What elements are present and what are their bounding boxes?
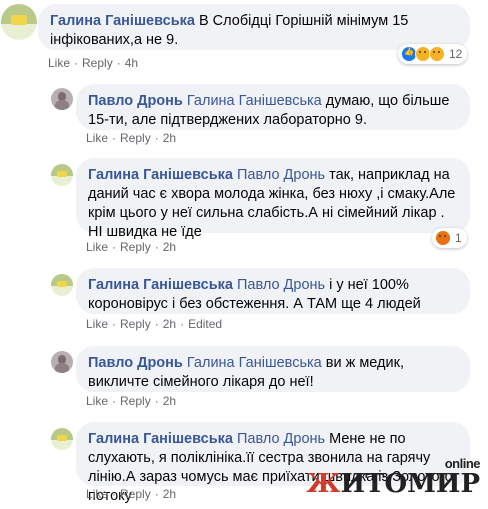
comment-timestamp[interactable]: 4h	[125, 56, 138, 70]
comment-actions: Like · Reply · 2h	[86, 394, 177, 408]
edited-label[interactable]: Edited	[188, 317, 222, 331]
like-button[interactable]: Like	[86, 317, 108, 331]
reply-bubble: Галина Ганішевська Павло Дронь і у неї 1…	[76, 268, 470, 314]
reply-bubble: Павло Дронь Галина Ганішевська ви ж меди…	[76, 346, 470, 392]
mention-link[interactable]: Павло Дронь	[237, 277, 325, 293]
reply-button[interactable]: Reply	[120, 317, 151, 331]
mention-link[interactable]: Павло Дронь	[237, 431, 325, 447]
reaction-count: 12	[449, 47, 463, 61]
reply-button[interactable]: Reply	[120, 487, 151, 501]
avatar-galyna[interactable]	[1, 4, 37, 40]
like-button[interactable]: Like	[86, 394, 108, 408]
reply-bubble: Павло Дронь Галина Ганішевська думаю, що…	[76, 84, 470, 130]
comment-actions: Like · Reply · 2h · Edited	[86, 317, 223, 331]
comment-bubble: Галина Ганішевська В Слобідці Горішній м…	[38, 4, 470, 50]
comment-author[interactable]: Павло Дронь	[88, 93, 183, 109]
comment-timestamp[interactable]: 2h	[163, 317, 176, 331]
reply-button[interactable]: Reply	[120, 131, 151, 145]
comment-timestamp[interactable]: 2h	[163, 131, 176, 145]
reactions-summary[interactable]: 1	[432, 228, 467, 248]
comment-timestamp[interactable]: 2h	[163, 394, 176, 408]
site-watermark: online ЖИТОМИР	[306, 456, 480, 497]
avatar-galyna[interactable]	[51, 274, 73, 296]
comment-actions: Like · Reply · 4h	[48, 56, 139, 70]
mention-link[interactable]: Галина Ганішевська	[187, 355, 322, 371]
sad-reaction-icon	[429, 46, 445, 62]
avatar-pavlo[interactable]	[51, 351, 73, 373]
comment-actions: Like · Reply · 2h	[86, 131, 177, 145]
reply-button[interactable]: Reply	[120, 240, 151, 254]
like-button[interactable]: Like	[86, 487, 108, 501]
reaction-count: 1	[455, 231, 462, 245]
avatar-galyna[interactable]	[51, 428, 73, 450]
angry-reaction-icon	[435, 230, 451, 246]
avatar-galyna[interactable]	[51, 164, 73, 186]
like-button[interactable]: Like	[48, 56, 70, 70]
comment-actions: Like · Reply · 2h	[86, 240, 177, 254]
comment-author[interactable]: Павло Дронь	[88, 355, 183, 371]
reply-button[interactable]: Reply	[120, 394, 151, 408]
comment-actions: Like · Reply · 2h	[86, 487, 177, 501]
like-button[interactable]: Like	[86, 240, 108, 254]
comment-author[interactable]: Галина Ганішевська	[88, 431, 233, 447]
watermark-logo: ЖИТОМИР	[306, 469, 480, 499]
like-button[interactable]: Like	[86, 131, 108, 145]
comment-author[interactable]: Галина Ганішевська	[50, 13, 195, 29]
reply-bubble: Галина Ганішевська Павло Дронь так, напр…	[76, 158, 470, 240]
avatar-pavlo[interactable]	[51, 88, 73, 110]
reply-button[interactable]: Reply	[82, 56, 113, 70]
mention-link[interactable]: Павло Дронь	[237, 167, 325, 183]
comment-author[interactable]: Галина Ганішевська	[88, 277, 233, 293]
comment-author[interactable]: Галина Ганішевська	[88, 167, 233, 183]
reactions-summary[interactable]: 12	[398, 44, 468, 64]
mention-link[interactable]: Галина Ганішевська	[187, 93, 322, 109]
comment-timestamp[interactable]: 2h	[163, 487, 176, 501]
comment-timestamp[interactable]: 2h	[163, 240, 176, 254]
